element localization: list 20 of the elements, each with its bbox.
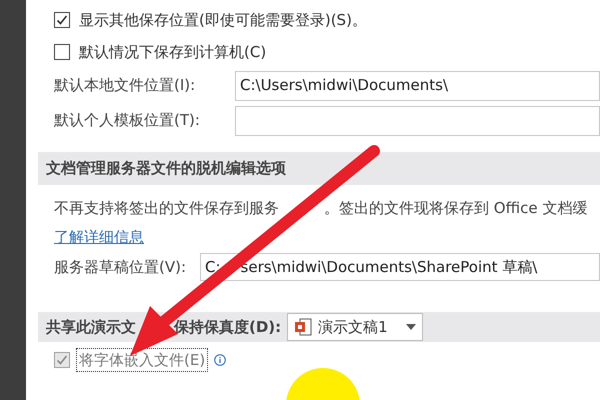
section-header: 文档管理服务器文件的脱机编辑选项 xyxy=(38,152,600,185)
notice-text: 不再支持将签出的文件保存到服务 xyxy=(54,198,279,219)
checkbox-label: 显示其他保存位置(即使可能需要登录)(S)。 xyxy=(79,10,367,31)
learn-more-link[interactable]: 了解详细信息 xyxy=(54,226,144,248)
input-field[interactable]: C:\Users\midwi\Documents\ xyxy=(235,70,600,100)
info-icon xyxy=(214,354,226,366)
caret-icon xyxy=(406,324,416,330)
checkbox[interactable] xyxy=(54,12,70,28)
input-field[interactable] xyxy=(235,106,600,136)
presentation-icon xyxy=(294,317,312,337)
notice-text: 。签出的文件现将保存到 Office 文档缓 xyxy=(324,198,588,219)
field-label: 服务器草稿位置(V): xyxy=(54,256,188,278)
field-label: 默认本地文件位置(I): xyxy=(54,75,196,96)
document-dropdown[interactable]: 演示文稿1 xyxy=(287,313,424,341)
field-value: sers\midwi\Documents\SharePoint 草稿\ xyxy=(240,256,538,278)
checkbox[interactable] xyxy=(54,44,70,60)
section-title: 共享此演示文 xyxy=(46,316,136,338)
checkbox-label: 默认情况下保存到计算机(C) xyxy=(79,42,266,63)
field-label: 默认个人模板位置(T): xyxy=(54,110,201,132)
section-title: 保持保真度(D): xyxy=(174,316,282,338)
